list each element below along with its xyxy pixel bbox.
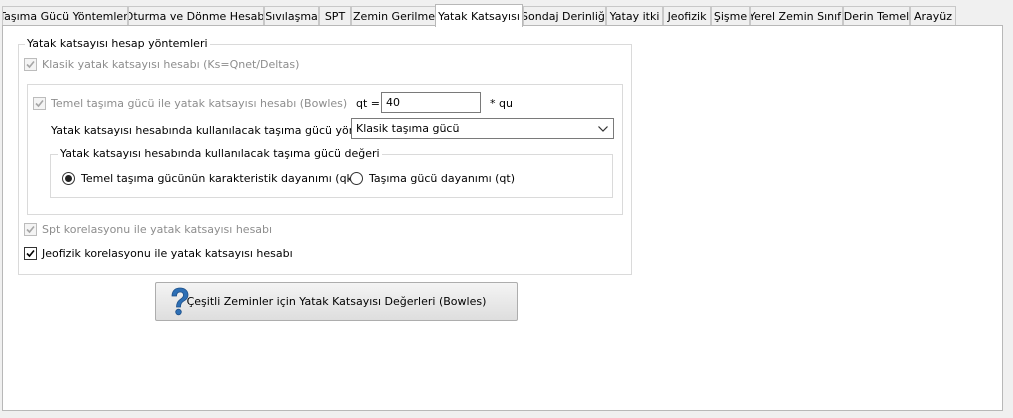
check-mark-icon (26, 60, 35, 68)
tab-yatak-katsayisi[interactable]: Yatak Katsayısı (435, 4, 523, 27)
radio-selected-dot (65, 174, 72, 182)
qt-input[interactable] (381, 92, 481, 113)
geophysics-correlation-check-box[interactable] (24, 246, 37, 260)
radio-qk-label: Temel taşıma gücünün karakteristik dayan… (81, 171, 358, 185)
spt-correlation-label: Spt korelasyonu ile yatak katsayısı hesa… (42, 222, 273, 236)
calculation-methods-group: Yatak katsayısı hesap yöntemleri Klasik … (18, 37, 632, 275)
bearing-method-dropdown[interactable]: Klasik taşıma gücü (351, 118, 614, 139)
check-mark-icon (35, 99, 44, 107)
tab-zemin-gerilme[interactable]: Zemin Gerilme (351, 6, 437, 25)
tab-derin-temel[interactable]: Derin Temel (843, 6, 910, 25)
chevron-down-icon (598, 125, 608, 132)
classic-method-check-box[interactable] (24, 57, 37, 71)
tab-sondaj-derinligi[interactable]: Sondaj Derinliği (523, 6, 606, 25)
spt-correlation-check-box[interactable] (24, 222, 37, 236)
check-mark-icon (26, 225, 35, 233)
tab-spt[interactable]: SPT (319, 6, 351, 25)
classic-method-checkbox[interactable]: Klasik yatak katsayısı hesabı (Ks=Qnet/D… (24, 56, 299, 72)
check-mark-icon (26, 249, 35, 257)
geophysics-correlation-checkbox[interactable]: Jeofizik korelasyonu ile yatak katsayısı… (24, 245, 293, 261)
bearing-value-group: Yatak katsayısı hesabında kullanılacak t… (50, 147, 613, 198)
bowles-method-group: Temel taşıma gücü ile yatak katsayısı he… (27, 84, 623, 215)
tab-arayuz[interactable]: Arayüz (910, 6, 956, 25)
bowles-method-check-box[interactable] (33, 96, 46, 110)
radio-qt[interactable]: Taşıma gücü dayanımı (qt) (350, 170, 515, 186)
spt-correlation-checkbox[interactable]: Spt korelasyonu ile yatak katsayısı hesa… (24, 221, 272, 237)
radio-qk-circle[interactable] (62, 171, 75, 185)
classic-method-label: Klasik yatak katsayısı hesabı (Ks=Qnet/D… (42, 57, 300, 71)
tab-content-panel: Yatak katsayısı hesap yöntemleri Klasik … (2, 25, 1003, 411)
bowles-method-label: Temel taşıma gücü ile yatak katsayısı he… (51, 96, 348, 110)
bowles-method-checkbox[interactable]: Temel taşıma gücü ile yatak katsayısı he… (33, 95, 347, 111)
bowles-values-button-label: Çeşitli Zeminler için Yatak Katsayısı De… (186, 295, 487, 308)
radio-qk[interactable]: Temel taşıma gücünün karakteristik dayan… (62, 170, 357, 186)
tab-sisme[interactable]: Şişme (711, 6, 750, 25)
tab-sivilasma[interactable]: Sıvılaşma (264, 6, 319, 25)
qt-unit-label: * qu (490, 96, 513, 110)
tab-oturma-ve-donme-hesabi[interactable]: Oturma ve Dönme Hesabı (128, 6, 264, 25)
radio-qt-circle[interactable] (350, 171, 363, 185)
bowles-values-button[interactable]: Çeşitli Zeminler için Yatak Katsayısı De… (155, 282, 518, 321)
bearing-value-legend: Yatak katsayısı hesabında kullanılacak t… (58, 147, 382, 161)
tab-tasima-gucu-yontemleri[interactable]: Taşıma Gücü Yöntemleri (2, 6, 128, 25)
bearing-method-value: Klasik taşıma gücü (356, 122, 460, 135)
calculation-methods-legend: Yatak katsayısı hesap yöntemleri (25, 37, 210, 51)
qt-label: qt = (356, 96, 381, 110)
tab-yatay-itki[interactable]: Yatay itki (606, 6, 663, 25)
tab-strip: Taşıma Gücü Yöntemleri Oturma ve Dönme H… (2, 4, 1002, 27)
bearing-method-label: Yatak katsayısı hesabında kullanılacak t… (51, 123, 381, 137)
tab-jeofizik[interactable]: Jeofizik (663, 6, 711, 25)
radio-qt-label: Taşıma gücü dayanımı (qt) (369, 171, 515, 185)
geophysics-correlation-label: Jeofizik korelasyonu ile yatak katsayısı… (42, 246, 293, 260)
tab-yerel-zemin-sinifi[interactable]: Yerel Zemin Sınıfı (750, 6, 843, 25)
